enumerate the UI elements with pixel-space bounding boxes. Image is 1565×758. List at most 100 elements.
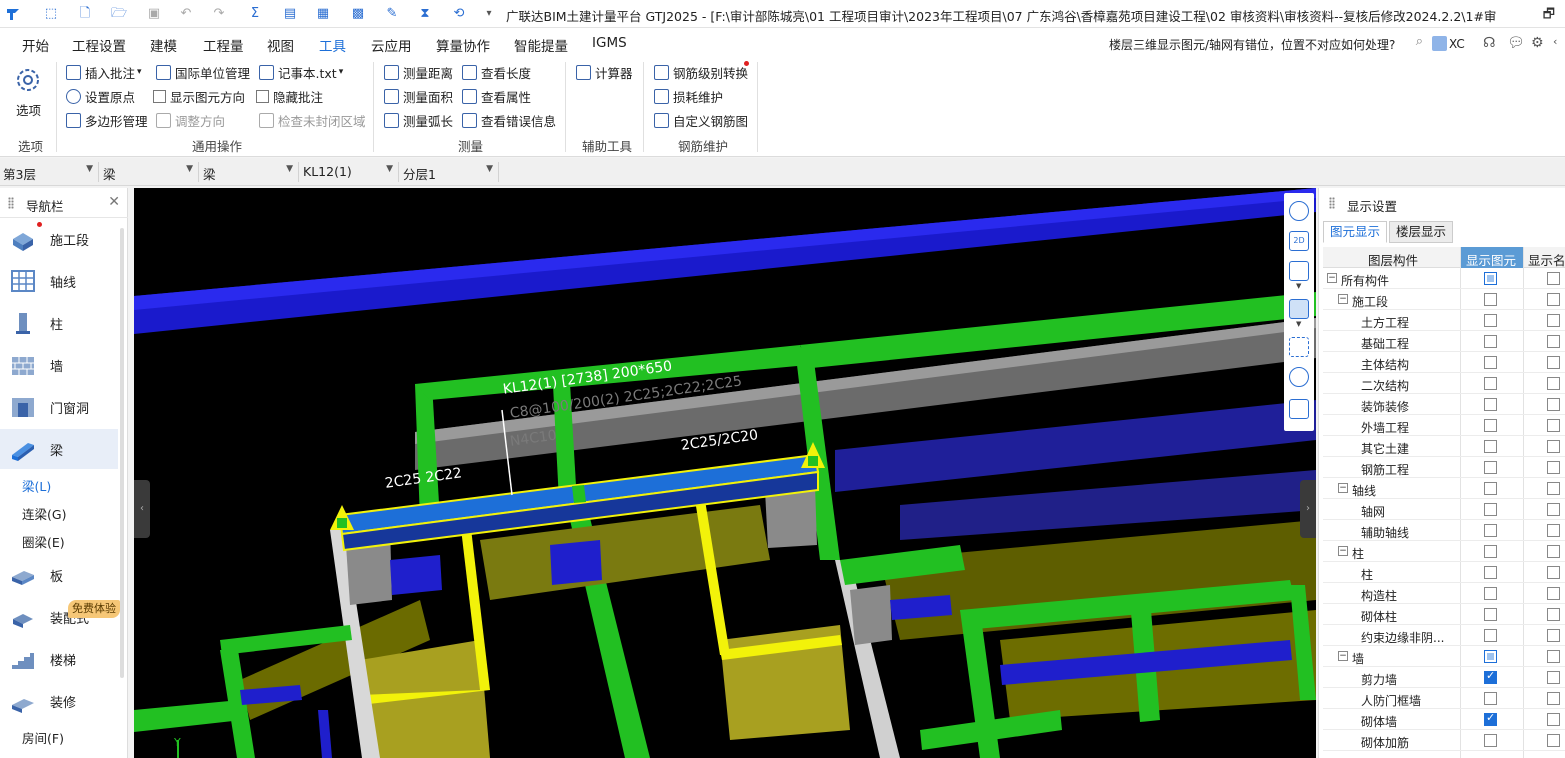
show-element-checkbox[interactable]	[1484, 669, 1497, 684]
tree-row[interactable]: 剪力墙	[1323, 667, 1565, 688]
collapse-toggle-icon[interactable]: −	[1338, 294, 1348, 304]
show-name-checkbox[interactable]	[1547, 503, 1560, 516]
show-name-checkbox[interactable]	[1547, 713, 1560, 726]
show-name-checkbox[interactable]	[1547, 293, 1560, 306]
insert-note-button[interactable]: 插入批注 ▾	[66, 62, 142, 82]
show-element-checkbox[interactable]	[1484, 503, 1497, 516]
orbit-icon[interactable]	[1289, 201, 1309, 221]
custom-rebar-figure-button[interactable]: 自定义钢筋图	[654, 110, 748, 130]
hide-notes-checkbox[interactable]: 隐藏批注	[256, 86, 323, 106]
nav-scrollbar[interactable]	[120, 228, 124, 678]
show-name-checkbox[interactable]	[1547, 734, 1560, 747]
free-trial-badge[interactable]: 免费体验	[68, 600, 120, 618]
element-subtype-select[interactable]: 梁 ▼	[200, 162, 299, 182]
show-name-checkbox[interactable]	[1547, 524, 1560, 537]
nav-sub-coupling-beam[interactable]: 连梁(G)	[22, 504, 66, 523]
tree-row[interactable]: 砌体墙	[1323, 709, 1565, 730]
nav-sub-ring-beam[interactable]: 圈梁(E)	[22, 532, 65, 551]
tree-row[interactable]: 主体结构	[1323, 352, 1565, 373]
rebar-grade-convert-button[interactable]: 钢筋级别转换	[654, 62, 748, 82]
show-element-checkbox[interactable]	[1484, 650, 1497, 663]
polygon-mgmt-button[interactable]: 多边形管理	[66, 110, 148, 130]
collapse-ribbon-icon[interactable]: ‹	[1553, 35, 1557, 48]
element-type-select[interactable]: 梁 ▼	[100, 162, 199, 182]
nav-item-slab[interactable]: 板	[0, 555, 118, 595]
show-name-checkbox[interactable]	[1547, 587, 1560, 600]
3d-box-icon[interactable]	[1289, 261, 1309, 281]
tree-row[interactable]: 基础工程	[1323, 331, 1565, 352]
options-gear-icon[interactable]	[12, 64, 44, 96]
show-name-checkbox[interactable]	[1547, 608, 1560, 621]
tab-quantities[interactable]: 工程量	[203, 35, 244, 55]
show-element-checkbox[interactable]	[1484, 293, 1497, 306]
show-element-checkbox[interactable]	[1484, 587, 1497, 600]
dropdown-arrow-icon[interactable]: ▼	[1296, 320, 1301, 328]
intl-unit-button[interactable]: 国际单位管理	[156, 62, 250, 82]
search-icon[interactable]: ⌕	[1416, 34, 1423, 49]
tree-row[interactable]: 装饰装修	[1323, 394, 1565, 415]
notepad-button[interactable]: 记事本.txt ▾	[259, 62, 343, 82]
tree-row[interactable]: 钢筋工程	[1323, 457, 1565, 478]
options-button[interactable]: 选项	[16, 100, 41, 119]
nav-item-column[interactable]: 柱	[0, 303, 118, 343]
show-name-checkbox[interactable]	[1547, 419, 1560, 432]
collapse-toggle-icon[interactable]: −	[1338, 651, 1348, 661]
tree-row[interactable]: − 墙	[1323, 646, 1565, 667]
measure-area-button[interactable]: 测量面积	[384, 86, 453, 106]
nav-item-beam[interactable]: 梁	[0, 429, 118, 469]
nav-item-wall[interactable]: 墙	[0, 345, 118, 385]
rebar-view-icon[interactable]: ⧗	[416, 5, 434, 23]
show-element-checkbox[interactable]	[1484, 734, 1497, 747]
tree-row[interactable]: 二次结构	[1323, 373, 1565, 394]
nav-item-door-window[interactable]: 门窗洞	[0, 387, 118, 427]
tree-row[interactable]: 辅助轴线	[1323, 520, 1565, 541]
column-header-show-element-cell[interactable]: 显示图元	[1460, 247, 1523, 268]
floor-select[interactable]: 第3层 ▼	[0, 162, 99, 182]
show-name-checkbox[interactable]	[1547, 629, 1560, 642]
tab-project-settings[interactable]: 工程设置	[72, 35, 126, 55]
nav-sub-beam[interactable]: 梁(L)	[22, 476, 51, 495]
tab-collaboration[interactable]: 算量协作	[436, 35, 490, 55]
drag-handle-icon[interactable]	[8, 197, 14, 209]
tree-row[interactable]: 外墙工程	[1323, 415, 1565, 436]
tab-tools[interactable]: 工具	[319, 35, 346, 60]
show-element-checkbox[interactable]	[1484, 272, 1497, 285]
save-icon[interactable]: ▣	[145, 5, 163, 23]
show-name-checkbox[interactable]	[1547, 440, 1560, 453]
loss-maintenance-button[interactable]: 损耗维护	[654, 86, 723, 106]
show-name-checkbox[interactable]	[1547, 692, 1560, 705]
nav-item-axis[interactable]: 轴线	[0, 261, 118, 301]
show-name-checkbox[interactable]	[1547, 314, 1560, 327]
view-length-button[interactable]: 查看长度	[462, 62, 531, 82]
tab-igms[interactable]: IGMS	[592, 35, 627, 51]
chat-icon[interactable]: 💬︎	[1507, 35, 1525, 51]
show-name-checkbox[interactable]	[1547, 272, 1560, 285]
tree-row[interactable]: 砌体加筋	[1323, 730, 1565, 751]
show-name-checkbox[interactable]	[1547, 482, 1560, 495]
tree-row[interactable]: 砌体柱	[1323, 604, 1565, 625]
restore-window-button[interactable]: 🗗	[1543, 5, 1555, 27]
show-element-checkbox[interactable]	[1484, 692, 1497, 705]
tab-view[interactable]: 视图	[267, 35, 294, 55]
tree-row[interactable]: 柱	[1323, 562, 1565, 583]
settings-icon[interactable]: ⚙	[1531, 35, 1544, 51]
view-errors-button[interactable]: 查看错误信息	[462, 110, 556, 130]
tab-floor-display[interactable]: 楼层显示	[1389, 221, 1454, 243]
tab-start[interactable]: 开始	[22, 35, 49, 55]
show-name-checkbox[interactable]	[1547, 650, 1560, 663]
show-name-checkbox[interactable]	[1547, 356, 1560, 369]
tab-smart-extract[interactable]: 智能提量	[514, 35, 568, 55]
nav-item-stairs[interactable]: 楼梯	[0, 639, 118, 679]
summation-icon[interactable]: Σ	[246, 5, 264, 23]
new-file-icon[interactable]: 🗋	[76, 5, 94, 23]
adjust-direction-button[interactable]: 调整方向	[156, 110, 225, 130]
show-element-checkbox[interactable]	[1484, 314, 1497, 327]
tree-row[interactable]: − 所有构件	[1323, 268, 1565, 289]
show-name-checkbox[interactable]	[1547, 461, 1560, 474]
show-name-checkbox[interactable]	[1547, 566, 1560, 579]
tab-modeling[interactable]: 建模	[150, 35, 177, 55]
show-element-checkbox[interactable]	[1484, 440, 1497, 453]
solid-box-icon[interactable]	[1289, 299, 1309, 319]
show-element-checkbox[interactable]	[1484, 545, 1497, 558]
tab-element-display[interactable]: 图元显示	[1323, 221, 1388, 243]
